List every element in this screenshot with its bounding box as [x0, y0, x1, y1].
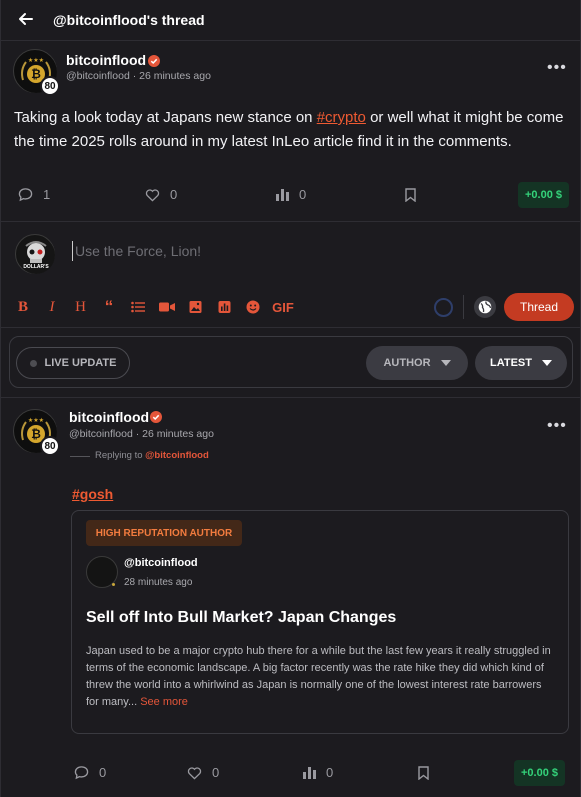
divider [0, 327, 581, 328]
like-count: 0 [212, 765, 220, 780]
reply-meta: @bitcoinflood · 26 minutes ago [69, 428, 214, 440]
see-more-link[interactable]: See more [140, 696, 188, 708]
author-filter-label: AUTHOR [383, 357, 431, 369]
character-count-ring [434, 298, 453, 317]
bold-button[interactable]: B [16, 298, 30, 316]
sort-dropdown[interactable]: LATEST [475, 346, 567, 380]
comment-icon [18, 188, 33, 202]
reply-time: 26 minutes ago [142, 428, 214, 440]
vote-count: 0 [326, 765, 334, 780]
replying-prefix: Replying to [95, 450, 146, 461]
vote-button[interactable]: 0 [303, 765, 333, 780]
poll-icon[interactable] [218, 298, 231, 316]
more-options-icon[interactable]: ••• [547, 417, 567, 435]
image-icon[interactable] [189, 298, 202, 316]
reputation-label: HIGH REPUTATION AUTHOR [86, 520, 242, 546]
thread-composer-input[interactable] [72, 241, 412, 261]
globe-button[interactable] [474, 296, 496, 318]
globe-icon [478, 300, 492, 314]
earnings-badge[interactable]: +0.00 $ [514, 760, 566, 786]
svg-text:★★★: ★★★ [28, 57, 44, 64]
comment-count: 0 [99, 765, 107, 780]
toolbar-separator [463, 295, 464, 319]
bar-chart-icon [276, 189, 289, 201]
hashtag-link[interactable]: #gosh [72, 486, 113, 502]
bar-chart-icon [303, 767, 316, 779]
page-title: @bitcoinflood's thread [53, 12, 205, 28]
reputation-badge: 80 [40, 436, 60, 456]
post-time: 26 minutes ago [139, 70, 211, 82]
back-arrow-icon[interactable] [16, 9, 36, 29]
chevron-down-icon [541, 360, 552, 366]
post-meta: @bitcoinflood · 26 minutes ago [66, 70, 211, 82]
post-author[interactable]: bitcoinflood [66, 52, 146, 68]
author-filter-dropdown[interactable]: AUTHOR [366, 346, 468, 380]
bookmark-icon[interactable] [405, 188, 416, 202]
chevron-down-icon [440, 360, 451, 366]
reply-connector [70, 456, 90, 457]
like-count: 0 [170, 187, 178, 202]
sort-label: LATEST [490, 357, 532, 369]
like-button[interactable]: 0 [145, 187, 177, 202]
avatar-caption: DOLLAR'S [23, 264, 49, 270]
quote-button[interactable]: “ [102, 297, 116, 316]
divider [0, 397, 581, 398]
frame-border-left [0, 0, 1, 797]
comment-button[interactable]: 0 [74, 765, 106, 780]
status-dot [112, 583, 115, 586]
live-update-label: LIVE UPDATE [44, 357, 117, 369]
avatar[interactable]: ₿ ★★★ 80 [13, 49, 60, 96]
thread-submit-button[interactable]: Thread [504, 293, 574, 321]
gif-button[interactable]: GIF [272, 298, 294, 316]
comment-button[interactable]: 1 [18, 187, 50, 202]
verified-icon [148, 55, 160, 67]
reply-author[interactable]: bitcoinflood [69, 409, 149, 425]
post-body: Taking a look today at Japans new stance… [14, 106, 569, 154]
emoji-icon[interactable] [246, 298, 260, 316]
post-text-before: Taking a look today at Japans new stance… [14, 109, 317, 126]
heading-button[interactable]: H [73, 298, 88, 316]
like-button[interactable]: 0 [187, 765, 219, 780]
post-handle[interactable]: @bitcoinflood [66, 70, 130, 82]
more-options-icon[interactable]: ••• [547, 59, 567, 77]
user-avatar[interactable]: DOLLAR'S [15, 234, 55, 274]
article-excerpt: Japan used to be a major crypto hub ther… [86, 643, 551, 711]
list-icon[interactable] [131, 298, 145, 316]
live-status-dot [29, 359, 37, 367]
card-avatar[interactable] [86, 556, 118, 588]
video-icon[interactable] [159, 298, 175, 316]
vote-button[interactable]: 0 [276, 187, 306, 202]
thread-header: @bitcoinflood's thread [0, 0, 581, 41]
reputation-badge: 80 [40, 76, 60, 96]
reply-handle[interactable]: @bitcoinflood [69, 428, 133, 440]
svg-text:₿: ₿ [31, 427, 41, 441]
comment-count: 1 [43, 187, 51, 202]
svg-text:★★★: ★★★ [28, 417, 44, 424]
heart-icon [145, 188, 160, 202]
card-handle[interactable]: @bitcoinflood [124, 557, 198, 569]
article-title[interactable]: Sell off Into Bull Market? Japan Changes [86, 609, 396, 627]
bookmark-icon[interactable] [418, 766, 429, 780]
replying-to-handle[interactable]: @bitcoinflood [145, 450, 209, 461]
card-time: 28 minutes ago [124, 577, 193, 588]
vote-count: 0 [299, 187, 307, 202]
replying-to-text: Replying to @bitcoinflood [95, 450, 209, 461]
hashtag-link[interactable]: #crypto [317, 109, 366, 126]
heart-icon [187, 766, 202, 780]
earnings-badge[interactable]: +0.00 $ [518, 182, 570, 208]
divider [0, 221, 581, 222]
verified-icon [150, 411, 162, 423]
reply-avatar[interactable]: ₿ ★★★ 80 [13, 409, 60, 456]
comment-icon [74, 766, 89, 780]
italic-button[interactable]: I [45, 298, 59, 316]
svg-text:₿: ₿ [31, 67, 41, 81]
live-update-toggle[interactable]: LIVE UPDATE [16, 347, 130, 379]
